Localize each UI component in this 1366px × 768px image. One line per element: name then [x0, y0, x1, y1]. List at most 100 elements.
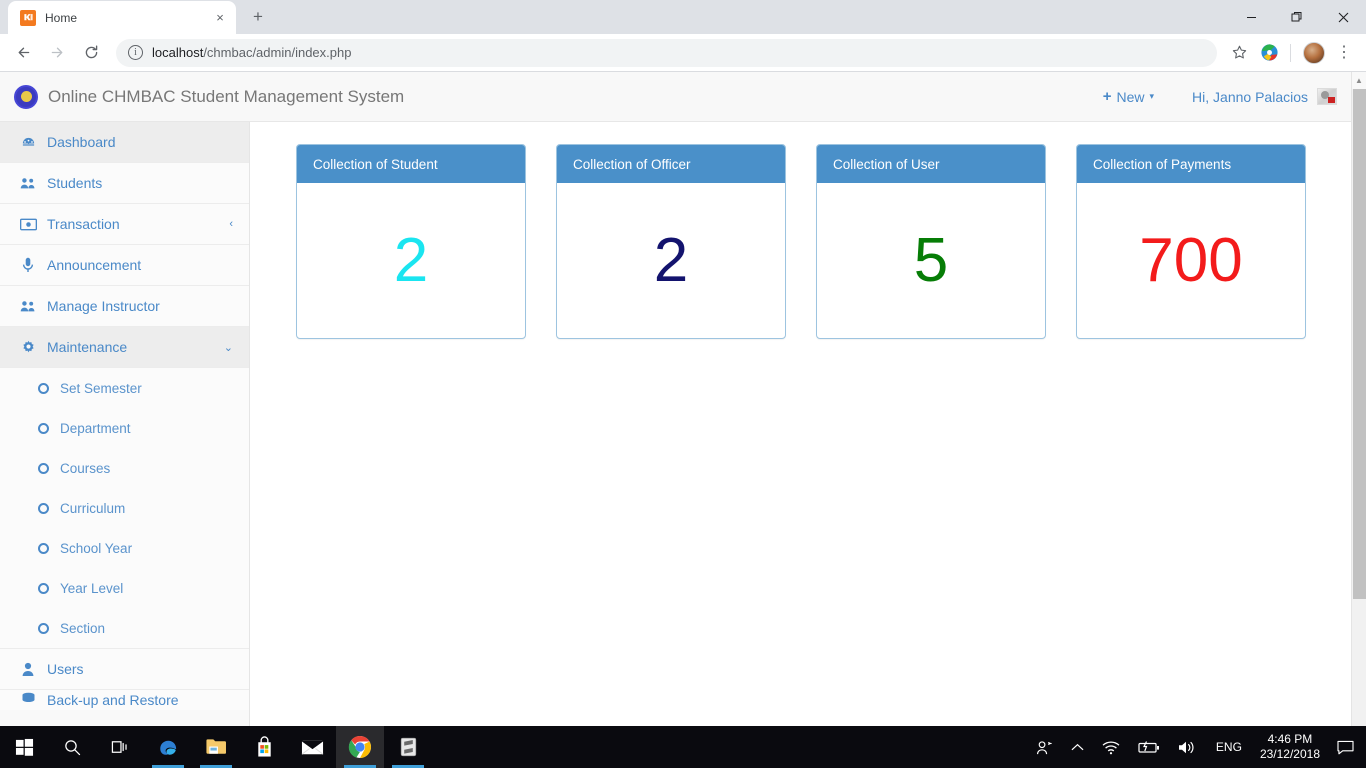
- app-brand[interactable]: Online CHMBAC Student Management System: [14, 85, 404, 109]
- page-title: Online CHMBAC Student Management System: [48, 87, 404, 107]
- speaker-icon[interactable]: [1169, 740, 1206, 755]
- sidebar-item-label: Students: [47, 175, 102, 191]
- new-tab-button[interactable]: +: [244, 3, 272, 31]
- page-scrollbar[interactable]: ▲: [1351, 72, 1366, 726]
- page-info-icon[interactable]: i: [128, 45, 143, 60]
- new-dropdown-button[interactable]: + New ▾: [1103, 88, 1154, 105]
- sidebar-item-announcement[interactable]: Announcement: [0, 245, 249, 286]
- card-value: 700: [1139, 230, 1242, 292]
- sidebar-item-backup-and-restore[interactable]: Back-up and Restore: [0, 690, 249, 710]
- sidebar-item-curriculum[interactable]: Curriculum: [0, 488, 249, 528]
- sidebar-item-manage-instructor[interactable]: Manage Instructor: [0, 286, 249, 327]
- sidebar-item-year-level[interactable]: Year Level: [0, 568, 249, 608]
- chrome-taskbar-icon[interactable]: [336, 726, 384, 768]
- address-bar[interactable]: i localhost/chmbac/admin/index.php: [116, 39, 1217, 67]
- page-viewport: Online CHMBAC Student Management System …: [0, 72, 1366, 726]
- language-indicator[interactable]: ENG: [1206, 740, 1252, 754]
- profile-avatar[interactable]: [1300, 39, 1328, 67]
- circle-bullet-icon: [38, 623, 49, 634]
- card-collection-of-officer[interactable]: Collection of Officer 2: [556, 144, 786, 339]
- card-body: 2: [297, 183, 525, 338]
- browser-tab[interactable]: Home ×: [8, 1, 236, 34]
- close-tab-icon[interactable]: ×: [212, 10, 228, 26]
- sidebar-item-label: Maintenance: [47, 339, 127, 355]
- user-greeting[interactable]: Hi, Janno Palacios: [1192, 88, 1337, 105]
- card-body: 2: [557, 183, 785, 338]
- minimize-button[interactable]: [1228, 1, 1274, 33]
- microphone-icon: [18, 257, 38, 273]
- card-collection-of-user[interactable]: Collection of User 5: [816, 144, 1046, 339]
- person-icon: [18, 662, 38, 677]
- tab-strip: Home × +: [0, 0, 1366, 34]
- show-hidden-icons-chevron[interactable]: [1062, 743, 1093, 752]
- sidebar: Dashboard Students Transaction ‹: [0, 122, 250, 726]
- card-title: Collection of User: [817, 145, 1045, 183]
- maintenance-submenu: Set Semester Department Courses Cur: [0, 368, 249, 649]
- card-title: Collection of Payments: [1077, 145, 1305, 183]
- sublime-text-icon[interactable]: [384, 726, 432, 768]
- tab-title: Home: [45, 11, 212, 25]
- system-tray: ENG 4:46 PM 23/12/2018: [1027, 726, 1366, 768]
- sidebar-item-label: Dashboard: [47, 134, 116, 150]
- sidebar-item-transaction[interactable]: Transaction ‹: [0, 204, 249, 245]
- card-value: 5: [914, 230, 948, 292]
- forward-icon[interactable]: [42, 38, 72, 68]
- avatar: [1317, 88, 1337, 105]
- sidebar-item-department[interactable]: Department: [0, 408, 249, 448]
- task-view-button[interactable]: [96, 726, 144, 768]
- sidebar-item-courses[interactable]: Courses: [0, 448, 249, 488]
- reload-icon[interactable]: [76, 38, 106, 68]
- circle-bullet-icon: [38, 583, 49, 594]
- web-page: Online CHMBAC Student Management System …: [0, 72, 1351, 726]
- sidebar-item-maintenance[interactable]: Maintenance ⌄: [0, 327, 249, 368]
- mail-icon[interactable]: [288, 726, 336, 768]
- idm-extension-icon[interactable]: [1255, 39, 1283, 67]
- database-icon: [18, 692, 38, 707]
- windows-taskbar: ENG 4:46 PM 23/12/2018: [0, 726, 1366, 768]
- app-body: Dashboard Students Transaction ‹: [0, 122, 1351, 726]
- card-collection-of-payments[interactable]: Collection of Payments 700: [1076, 144, 1306, 339]
- gear-icon: [18, 340, 38, 355]
- card-body: 5: [817, 183, 1045, 338]
- scrollbar-thumb[interactable]: [1353, 89, 1366, 599]
- sidebar-item-label: Manage Instructor: [47, 298, 160, 314]
- search-button[interactable]: [48, 726, 96, 768]
- sidebar-item-users[interactable]: Users: [0, 649, 249, 690]
- chrome-browser-window: Home × + i localhost/chmbac/: [0, 0, 1366, 726]
- window-controls: [1228, 0, 1366, 34]
- notification-icon[interactable]: [1328, 740, 1362, 755]
- card-collection-of-student[interactable]: Collection of Student 2: [296, 144, 526, 339]
- maximize-restore-button[interactable]: [1274, 1, 1320, 33]
- microsoft-store-icon[interactable]: [240, 726, 288, 768]
- toolbar-divider: [1290, 44, 1291, 62]
- clock[interactable]: 4:46 PM 23/12/2018: [1252, 732, 1328, 762]
- card-body: 700: [1077, 183, 1305, 338]
- sidebar-item-label: Transaction: [47, 216, 120, 232]
- sidebar-item-set-semester[interactable]: Set Semester: [0, 368, 249, 408]
- battery-charging-icon[interactable]: [1129, 741, 1169, 754]
- start-button[interactable]: [0, 726, 48, 768]
- clock-time: 4:46 PM: [1260, 732, 1320, 747]
- circle-bullet-icon: [38, 463, 49, 474]
- wifi-icon[interactable]: [1093, 740, 1129, 755]
- sidebar-item-students[interactable]: Students: [0, 163, 249, 204]
- chevron-left-icon: ‹: [229, 218, 233, 230]
- people-icon[interactable]: [1027, 740, 1062, 755]
- sidebar-item-dashboard[interactable]: Dashboard: [0, 122, 249, 163]
- bookmark-star-icon[interactable]: [1225, 39, 1253, 67]
- edge-taskbar-icon[interactable]: [144, 726, 192, 768]
- close-window-button[interactable]: [1320, 1, 1366, 33]
- greeting-label: Hi, Janno Palacios: [1192, 89, 1308, 105]
- url-host: localhost: [152, 45, 203, 60]
- sidebar-subitem-label: Courses: [60, 461, 110, 476]
- back-icon[interactable]: [8, 38, 38, 68]
- sidebar-item-school-year[interactable]: School Year: [0, 528, 249, 568]
- url-path: /chmbac/admin/index.php: [203, 45, 351, 60]
- sidebar-item-section[interactable]: Section: [0, 608, 249, 648]
- chrome-menu-icon[interactable]: ⋮: [1330, 39, 1358, 67]
- browser-toolbar: i localhost/chmbac/admin/index.php ⋮: [0, 34, 1366, 72]
- app-header: Online CHMBAC Student Management System …: [0, 72, 1351, 122]
- file-explorer-icon[interactable]: [192, 726, 240, 768]
- scroll-up-icon[interactable]: ▲: [1352, 72, 1366, 89]
- users-icon: [18, 299, 38, 314]
